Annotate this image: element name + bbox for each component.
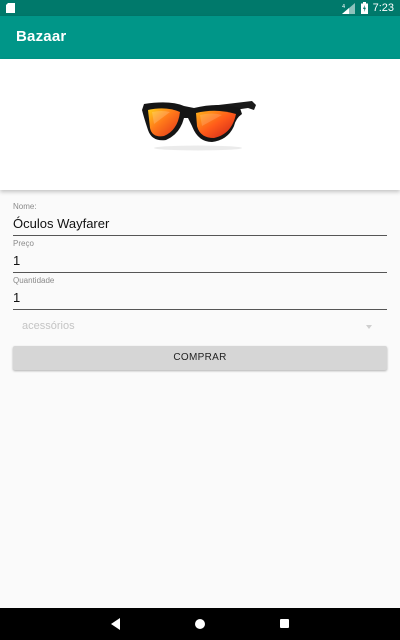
price-label: Preço [13,239,34,248]
price-input[interactable]: 1 [13,252,387,270]
screen: 4 7:23 Bazaar Nome: Óculos Wayfarer Preç… [0,0,400,640]
dropdown-arrow-icon [366,325,372,329]
back-icon[interactable] [111,618,120,630]
name-input[interactable]: Óculos Wayfarer [13,215,387,233]
name-label: Nome: [13,202,37,211]
battery-icon [360,2,368,14]
buy-button[interactable]: COMPRAR [13,346,387,370]
quantity-field[interactable]: Quantidade 1 [13,276,387,310]
clock: 7:23 [372,2,394,14]
quantity-underline [13,309,387,310]
navigation-bar [0,608,400,640]
sunglasses-image [142,101,256,151]
name-underline [13,235,387,236]
category-spinner[interactable]: acessórios [13,316,387,338]
price-field[interactable]: Preço 1 [13,239,387,273]
app-title: Bazaar [16,28,67,45]
recents-icon[interactable] [280,619,289,628]
quantity-label: Quantidade [13,276,55,285]
price-underline [13,272,387,273]
category-value: acessórios [22,320,75,332]
app-bar: Bazaar [0,16,400,59]
name-field[interactable]: Nome: Óculos Wayfarer [13,202,387,236]
sd-card-icon [6,3,15,13]
product-image-area [0,59,400,190]
quantity-input[interactable]: 1 [13,289,387,307]
status-bar: 4 7:23 [0,0,400,16]
home-icon[interactable] [195,619,205,629]
svg-text:4: 4 [342,4,345,10]
signal-icon: 4 [341,2,355,14]
